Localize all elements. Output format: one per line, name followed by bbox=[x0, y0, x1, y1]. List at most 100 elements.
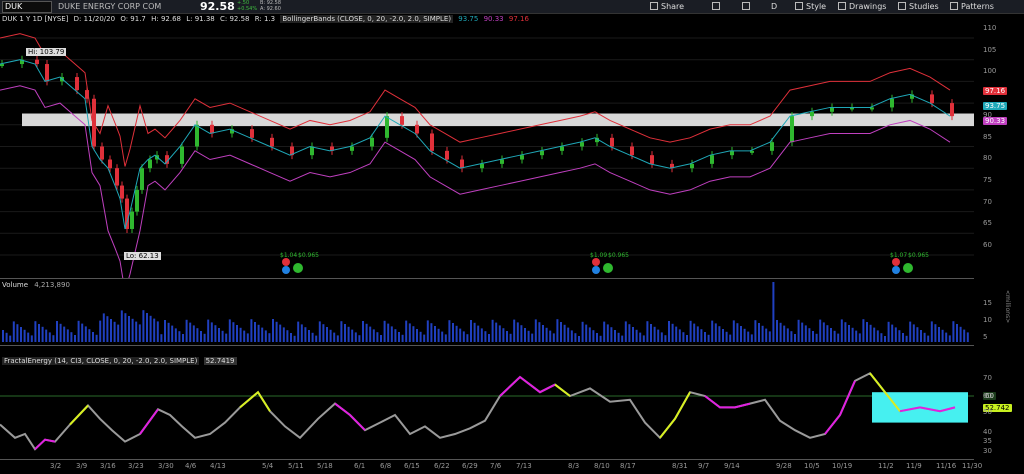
volume-bar bbox=[642, 335, 645, 342]
volume-bar bbox=[808, 328, 811, 342]
volume-bar bbox=[239, 327, 242, 342]
volume-bar bbox=[12, 321, 15, 342]
volume-bar bbox=[272, 319, 274, 342]
volume-bar bbox=[596, 333, 598, 342]
volume-bar bbox=[196, 328, 199, 342]
volume-bar bbox=[610, 327, 613, 342]
dividend-icon bbox=[293, 263, 303, 273]
volume-bar bbox=[455, 325, 458, 342]
price-tick: 100 bbox=[983, 67, 997, 76]
change-percent: +0.54% bbox=[237, 6, 258, 12]
aggregation-button[interactable]: D bbox=[771, 1, 777, 12]
volume-bar bbox=[578, 336, 580, 342]
volume-bar bbox=[228, 319, 231, 342]
volume-bar bbox=[790, 331, 793, 342]
candle-body bbox=[385, 116, 389, 138]
style-button[interactable]: Style bbox=[795, 1, 826, 12]
date-tick: 8/3 bbox=[568, 462, 580, 470]
volume-bar bbox=[804, 325, 807, 342]
volume-bar bbox=[729, 334, 732, 342]
volume-bar bbox=[275, 321, 278, 342]
date-tick: 5/4 bbox=[262, 462, 274, 470]
volume-bar bbox=[624, 321, 627, 342]
legend-date: D: 11/20/20 bbox=[73, 15, 116, 23]
fractal-segment bbox=[34, 438, 56, 450]
volume-bar bbox=[668, 321, 670, 342]
volume-bar bbox=[873, 327, 876, 342]
studies-icon bbox=[898, 2, 906, 10]
volume-bar bbox=[563, 324, 566, 342]
dividend-icon bbox=[903, 263, 913, 273]
candle-body bbox=[930, 94, 934, 104]
volume-bar bbox=[120, 310, 123, 342]
volume-bar bbox=[174, 328, 177, 342]
event-icon bbox=[592, 266, 600, 274]
volume-panel[interactable] bbox=[0, 280, 974, 346]
volume-bar bbox=[686, 335, 688, 342]
settings-button[interactable] bbox=[742, 1, 753, 12]
candle-body bbox=[135, 189, 139, 212]
volume-bar bbox=[682, 332, 685, 342]
volume-bar bbox=[891, 324, 894, 342]
volume-bar bbox=[210, 322, 213, 342]
volume-bar bbox=[452, 323, 454, 342]
volume-bar bbox=[38, 324, 40, 342]
volume-bar bbox=[189, 322, 192, 342]
candle-body bbox=[710, 155, 714, 164]
volume-bar bbox=[434, 326, 436, 342]
volume-bar bbox=[959, 326, 962, 342]
volume-bar bbox=[264, 330, 267, 342]
gear-icon bbox=[742, 2, 750, 10]
candle-body bbox=[148, 159, 152, 169]
studies-button[interactable]: Studies bbox=[898, 1, 939, 12]
volume-bar bbox=[23, 329, 26, 342]
patterns-button[interactable]: Patterns bbox=[950, 1, 994, 12]
volume-bar bbox=[297, 321, 300, 342]
date-tick: 10/5 bbox=[804, 462, 820, 470]
legend-study[interactable]: BollingerBands (CLOSE, 0, 20, -2.0, 2.0,… bbox=[280, 15, 454, 23]
volume-bar bbox=[952, 321, 955, 342]
candle-body bbox=[125, 198, 129, 229]
volume-bar bbox=[509, 333, 512, 342]
volume-bar bbox=[225, 333, 228, 342]
volume-bar bbox=[635, 329, 638, 342]
last-price: 92.58 bbox=[200, 0, 235, 13]
legend-high: H: 92.68 bbox=[151, 15, 181, 23]
fractal-label[interactable]: FractalEnergy (14, CI3, CLOSE, 0, 20, -2… bbox=[2, 357, 200, 365]
volume-bar bbox=[887, 321, 890, 342]
volume-bar bbox=[488, 334, 490, 342]
date-tick: 9/28 bbox=[776, 462, 792, 470]
volume-bar bbox=[869, 324, 872, 342]
flask-button[interactable] bbox=[712, 1, 723, 12]
candle-body bbox=[400, 116, 404, 125]
date-tick: 11/30 bbox=[962, 462, 983, 470]
earnings-icon bbox=[892, 258, 900, 266]
share-button[interactable]: Share bbox=[650, 1, 684, 12]
volume-bar bbox=[203, 333, 206, 342]
price-chart-panel[interactable]: $1.04 $0.965 $1.09 $0.965 $1.07 $0.965 bbox=[0, 14, 974, 279]
bb-upper-tag: 97.16 bbox=[983, 87, 1008, 95]
volume-bar bbox=[963, 329, 966, 342]
date-tick: 10/19 bbox=[832, 462, 853, 470]
volume-chart-svg bbox=[2, 282, 969, 342]
date-tick: 11/9 bbox=[906, 462, 922, 470]
high-annotation: Hi: 103.79 bbox=[26, 48, 67, 56]
volume-bar bbox=[657, 329, 660, 342]
volume-bar bbox=[581, 321, 584, 342]
fractal-segment bbox=[824, 380, 856, 435]
candle-body bbox=[270, 137, 274, 147]
volume-bar bbox=[966, 332, 969, 342]
candle-body bbox=[140, 168, 144, 190]
volume-bar bbox=[527, 330, 530, 342]
symbol-input[interactable]: DUK bbox=[2, 1, 52, 13]
candle-body bbox=[92, 98, 96, 147]
candle-body bbox=[520, 155, 524, 160]
legend-title: DUK 1 Y 1D [NYSE] bbox=[2, 15, 69, 23]
date-tick: 3/9 bbox=[76, 462, 88, 470]
candle-body bbox=[610, 137, 614, 147]
event-icon bbox=[892, 266, 900, 274]
chart-legend: DUK 1 Y 1D [NYSE] D: 11/20/20 O: 91.7 H:… bbox=[2, 15, 532, 23]
volume-bar bbox=[776, 320, 778, 342]
candle-body bbox=[770, 142, 774, 151]
drawings-button[interactable]: Drawings bbox=[838, 1, 886, 12]
